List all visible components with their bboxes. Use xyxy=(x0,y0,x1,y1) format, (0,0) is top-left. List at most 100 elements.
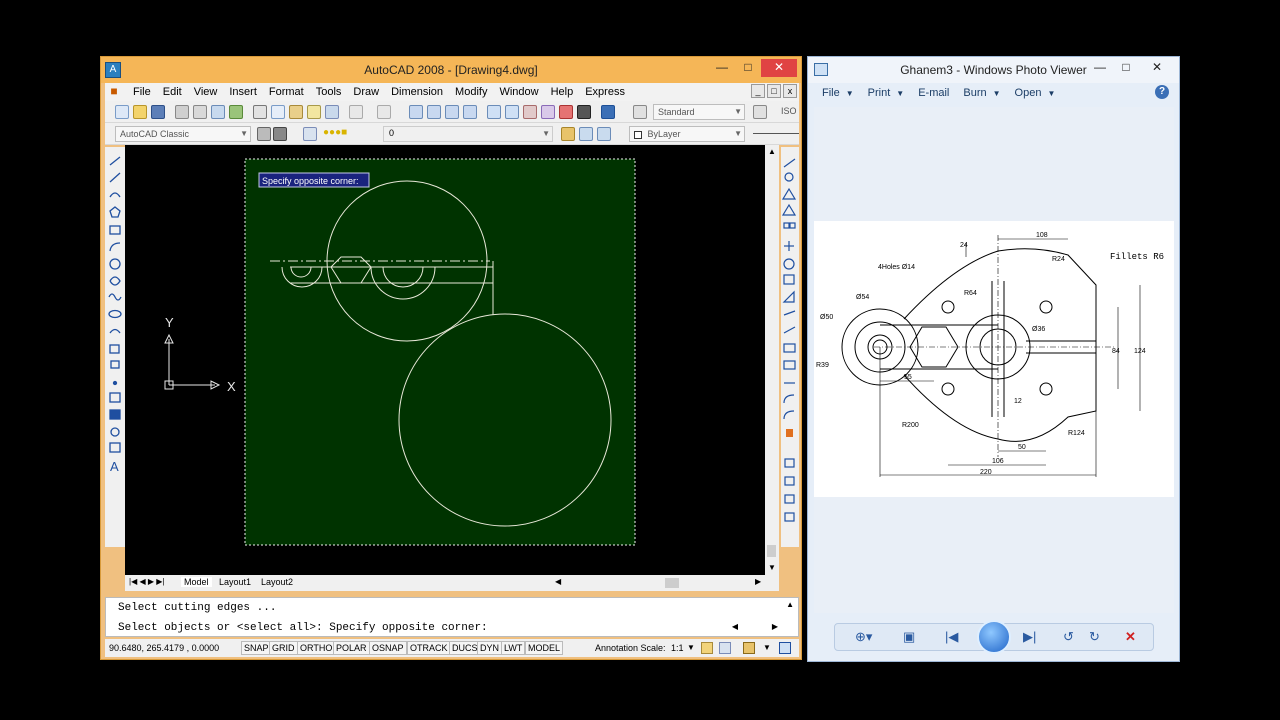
text-style-icon[interactable] xyxy=(633,105,647,119)
tool-palettes-icon[interactable] xyxy=(523,105,537,119)
doc-restore-button[interactable]: □ xyxy=(767,84,781,98)
polar-toggle[interactable]: POLAR xyxy=(333,641,370,655)
block-editor-icon[interactable] xyxy=(325,105,339,119)
paste-icon[interactable] xyxy=(289,105,303,119)
calculator-icon[interactable] xyxy=(577,105,591,119)
menu-window[interactable]: Window xyxy=(493,86,544,98)
dyn-toggle[interactable]: DYN xyxy=(477,641,503,655)
pv-maximize-button[interactable]: □ xyxy=(1113,59,1139,77)
layer-iso-icon[interactable] xyxy=(597,127,611,141)
tab-model[interactable]: Model xyxy=(181,577,212,587)
menu-tools[interactable]: Tools xyxy=(310,86,348,98)
open-icon[interactable] xyxy=(133,105,147,119)
plot-preview-icon[interactable] xyxy=(193,105,207,119)
menu-express[interactable]: Express xyxy=(579,86,631,98)
zoom-realtime-icon[interactable] xyxy=(427,105,441,119)
rotate-left-icon[interactable]: ↺ xyxy=(1063,629,1074,645)
menu-help[interactable]: Help xyxy=(545,86,580,98)
dim-style-icon[interactable] xyxy=(753,105,767,119)
grid-toggle[interactable]: GRID xyxy=(269,641,298,655)
minimize-button[interactable]: — xyxy=(709,59,735,77)
layer-manager-icon[interactable] xyxy=(303,127,317,141)
layer-previous-icon[interactable] xyxy=(579,127,593,141)
clean-screen-icon[interactable] xyxy=(779,642,791,654)
command-window[interactable]: Select cutting edges ... Select objects … xyxy=(105,597,799,637)
tab-layout2[interactable]: Layout2 xyxy=(261,577,293,587)
zoom-previous-icon[interactable] xyxy=(463,105,477,119)
pv-menu-file[interactable]: File ▼ xyxy=(822,87,854,99)
menu-view[interactable]: View xyxy=(188,86,224,98)
layer-state-icons[interactable]: ●●●■ xyxy=(323,127,347,138)
pan-icon[interactable] xyxy=(409,105,423,119)
pv-menu-email[interactable]: E-mail xyxy=(918,87,949,99)
doc-minimize-button[interactable]: _ xyxy=(751,84,765,98)
document-icon[interactable]: ■ xyxy=(105,84,123,100)
hscroll-left-icon[interactable]: ◀ xyxy=(555,577,561,586)
print-icon[interactable] xyxy=(175,105,189,119)
zoom-window-icon[interactable] xyxy=(445,105,459,119)
menu-insert[interactable]: Insert xyxy=(223,86,263,98)
copy-icon[interactable] xyxy=(271,105,285,119)
help-icon[interactable] xyxy=(601,105,615,119)
lwt-toggle[interactable]: LWT xyxy=(501,641,526,655)
photo-viewer-titlebar[interactable]: Ghanem3 - Windows Photo Viewer — □ ✕ xyxy=(808,57,1179,83)
zoom-icon[interactable]: ⊕▾ xyxy=(855,629,872,645)
markup-icon[interactable] xyxy=(559,105,573,119)
make-current-icon[interactable] xyxy=(561,127,575,141)
scroll-thumb[interactable] xyxy=(767,545,776,557)
save-icon[interactable] xyxy=(151,105,165,119)
annotation-scale-value[interactable]: 1:1 xyxy=(671,643,684,653)
pv-minimize-button[interactable]: — xyxy=(1087,59,1113,77)
annotation-visibility-icon[interactable] xyxy=(701,642,713,654)
ducs-toggle[interactable]: DUCS xyxy=(449,641,481,655)
next-icon[interactable]: ▶| xyxy=(1023,629,1036,645)
maximize-button[interactable]: □ xyxy=(735,59,761,77)
tab-layout1[interactable]: Layout1 xyxy=(219,577,251,587)
annotation-scale-dropdown-icon[interactable]: ▼ xyxy=(687,643,695,652)
workspace-settings-icon[interactable] xyxy=(257,127,271,141)
workspace-select[interactable]: AutoCAD Classic ▼ xyxy=(115,126,251,142)
tab-nav-icons[interactable]: |◀ ◀ ▶ ▶| xyxy=(129,577,164,586)
pv-menu-print[interactable]: Print ▼ xyxy=(868,87,905,99)
layer-select[interactable]: ▼ xyxy=(383,126,553,142)
otrack-toggle[interactable]: OTRACK xyxy=(407,641,451,655)
menu-edit[interactable]: Edit xyxy=(157,86,188,98)
design-center-icon[interactable] xyxy=(505,105,519,119)
slideshow-icon[interactable] xyxy=(977,620,1011,654)
linetype-select[interactable] xyxy=(753,133,799,134)
command-prompt-line[interactable]: Select objects or <select all>: Specify … xyxy=(118,622,488,634)
rotate-right-icon[interactable]: ↻ xyxy=(1089,629,1100,645)
delete-icon[interactable]: ✕ xyxy=(1125,629,1136,645)
technical-drawing-image[interactable]: Fillets R6 4Holes Ø14 108 24 R24 R64 Ø54… xyxy=(814,221,1174,497)
redo-icon[interactable] xyxy=(377,105,391,119)
actual-size-icon[interactable]: ▣ xyxy=(903,629,915,645)
cmd-scroll-left-icon[interactable]: ◀ xyxy=(732,622,738,631)
3d-dwf-icon[interactable] xyxy=(229,105,243,119)
match-properties-icon[interactable] xyxy=(307,105,321,119)
model-toggle[interactable]: MODEL xyxy=(525,641,564,655)
ortho-toggle[interactable]: ORTHO xyxy=(297,641,336,655)
menu-draw[interactable]: Draw xyxy=(347,86,385,98)
scroll-down-icon[interactable]: ▼ xyxy=(768,563,776,572)
snap-toggle[interactable]: SNAP xyxy=(241,641,272,655)
pv-close-button[interactable]: ✕ xyxy=(1139,59,1175,77)
workspace-save-icon[interactable] xyxy=(273,127,287,141)
sheet-set-icon[interactable] xyxy=(541,105,555,119)
color-select[interactable]: ByLayer ▼ xyxy=(629,126,745,142)
doc-close-button[interactable]: x xyxy=(783,84,797,98)
new-icon[interactable] xyxy=(115,105,129,119)
publish-icon[interactable] xyxy=(211,105,225,119)
status-menu-icon[interactable]: ▼ xyxy=(763,643,771,652)
cmd-scroll-up-icon[interactable]: ▲ xyxy=(786,600,794,609)
hscroll-thumb[interactable] xyxy=(665,578,679,588)
help-icon[interactable]: ? xyxy=(1155,85,1169,99)
auto-scale-icon[interactable] xyxy=(719,642,731,654)
previous-icon[interactable]: |◀ xyxy=(945,629,958,645)
hscroll-right-icon[interactable]: ▶ xyxy=(755,577,761,586)
close-button[interactable]: ✕ xyxy=(761,59,797,77)
drawing-area[interactable]: Specify opposite corner: Y X xyxy=(125,145,765,575)
cut-icon[interactable] xyxy=(253,105,267,119)
undo-icon[interactable] xyxy=(349,105,363,119)
lock-icon[interactable] xyxy=(743,642,755,654)
model-space-canvas[interactable]: Specify opposite corner: Y X xyxy=(125,145,765,575)
